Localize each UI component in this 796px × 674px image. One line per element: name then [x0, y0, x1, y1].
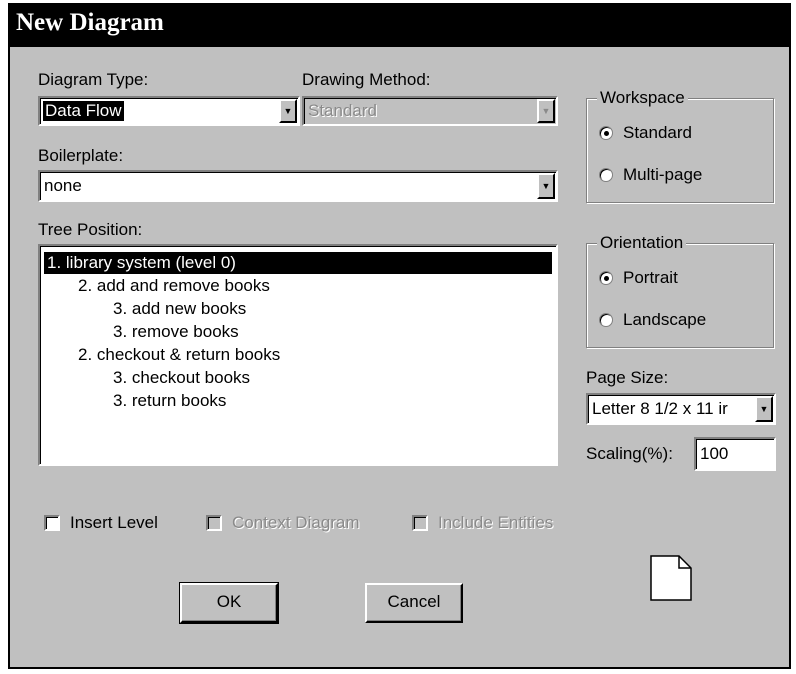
include-entities-label: Include Entities	[438, 513, 554, 532]
cancel-button[interactable]: Cancel	[365, 583, 463, 623]
workspace-multipage-radio[interactable]: Multi-page	[599, 165, 702, 185]
orientation-landscape-label: Landscape	[623, 310, 707, 329]
radio-icon[interactable]	[599, 313, 613, 327]
scaling-label: Scaling(%):	[586, 444, 673, 463]
tree-item[interactable]: 2. checkout & return books	[78, 344, 280, 366]
chevron-down-icon[interactable]: ▼	[755, 396, 773, 422]
diagram-type-value: Data Flow	[43, 101, 124, 121]
boilerplate-label: Boilerplate:	[38, 146, 124, 165]
checkbox-icon	[412, 515, 428, 531]
tree-item[interactable]: 3. remove books	[113, 321, 239, 343]
boilerplate-value: none	[44, 176, 82, 195]
orientation-portrait-label: Portrait	[623, 268, 678, 287]
workspace-standard-label: Standard	[623, 123, 692, 142]
tree-position-list[interactable]: 1. library system (level 0) 2. add and r…	[38, 244, 558, 466]
context-diagram-checkbox: Context Diagram	[206, 513, 360, 533]
drawing-method-label: Drawing Method:	[302, 70, 431, 89]
tree-item[interactable]: 3. checkout books	[113, 367, 250, 389]
orientation-portrait-radio[interactable]: Portrait	[599, 268, 678, 288]
tree-item[interactable]: 3. add new books	[113, 298, 246, 320]
orientation-label: Orientation	[597, 232, 687, 254]
tree-item[interactable]: 3. return books	[113, 390, 226, 412]
tree-item[interactable]: 1. library system (level 0)	[44, 252, 552, 274]
radio-selected-icon[interactable]	[599, 271, 613, 285]
chevron-down-icon[interactable]: ▼	[279, 99, 297, 123]
tree-position-label: Tree Position:	[38, 220, 143, 239]
page-size-value: Letter 8 1/2 x 11 ir	[592, 399, 728, 418]
boilerplate-select[interactable]: none ▼	[38, 170, 558, 202]
diagram-type-label: Diagram Type:	[38, 70, 149, 89]
diagram-type-select[interactable]: Data Flow ▼	[38, 96, 300, 126]
scaling-value: 100	[700, 444, 729, 463]
workspace-label: Workspace	[597, 87, 688, 109]
checkbox-icon[interactable]	[44, 515, 60, 531]
radio-icon[interactable]	[599, 168, 613, 182]
ok-button[interactable]: OK	[179, 582, 279, 624]
drawing-method-value: Standard	[308, 101, 377, 120]
scaling-input[interactable]: 100	[694, 437, 776, 471]
page-size-label: Page Size:	[586, 368, 669, 387]
chevron-down-icon[interactable]: ▼	[537, 173, 555, 199]
tree-item[interactable]: 2. add and remove books	[78, 275, 270, 297]
workspace-group: Workspace Standard Multi-page	[586, 87, 774, 203]
insert-level-checkbox[interactable]: Insert Level	[44, 513, 158, 533]
drawing-method-select: Standard ▼	[302, 96, 558, 126]
context-diagram-label: Context Diagram	[232, 513, 360, 532]
new-diagram-dialog: New Diagram Diagram Type: Data Flow ▼ Dr…	[8, 3, 791, 669]
page-icon	[650, 555, 692, 601]
radio-selected-icon[interactable]	[599, 126, 613, 140]
dialog-title: New Diagram	[10, 5, 789, 47]
checkbox-icon	[206, 515, 222, 531]
chevron-down-icon: ▼	[537, 99, 555, 123]
page-size-select[interactable]: Letter 8 1/2 x 11 ir ▼	[586, 393, 776, 425]
orientation-group: Orientation Portrait Landscape	[586, 232, 774, 348]
orientation-landscape-radio[interactable]: Landscape	[599, 310, 706, 330]
workspace-standard-radio[interactable]: Standard	[599, 123, 692, 143]
include-entities-checkbox: Include Entities	[412, 513, 553, 533]
workspace-multipage-label: Multi-page	[623, 165, 703, 184]
insert-level-label: Insert Level	[70, 513, 158, 532]
